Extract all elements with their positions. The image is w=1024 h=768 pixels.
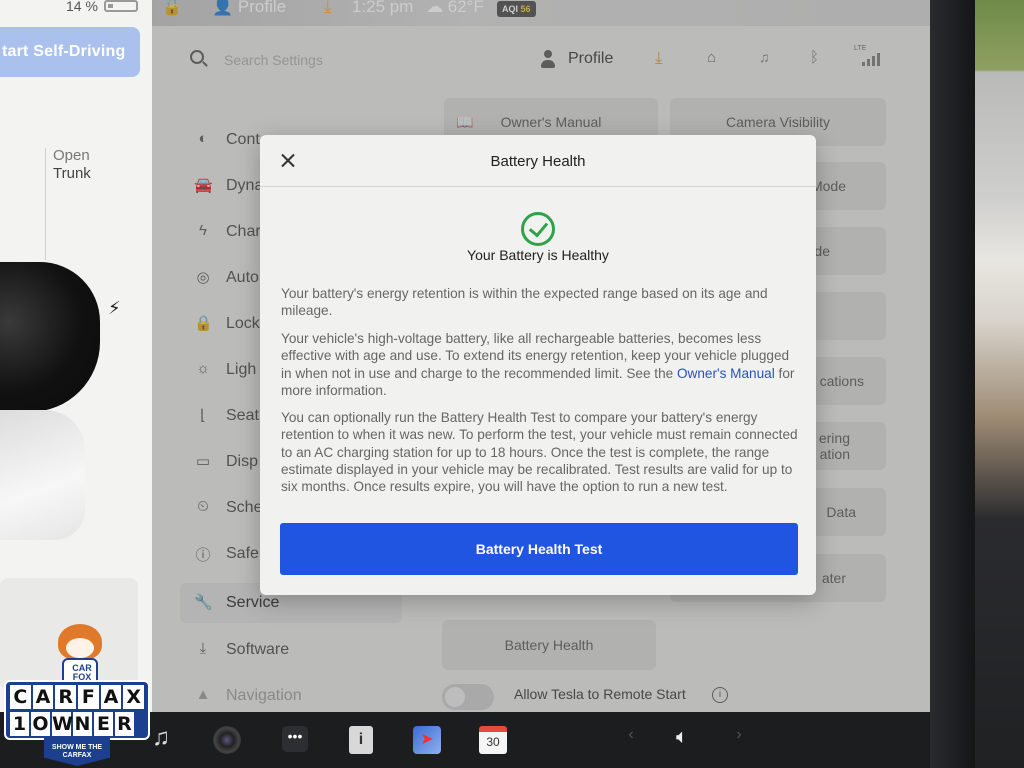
vehicle-panel: 14 % tart Self-Driving Open Trunk ⚡	[0, 0, 152, 712]
music-icon[interactable]: ♫	[150, 724, 172, 752]
retention-paragraph: Your battery's energy retention is withi…	[281, 286, 768, 319]
carfax-wordmark: CARFAX	[10, 685, 145, 709]
screen: 14 % tart Self-Driving Open Trunk ⚡ 🔓 👤 …	[0, 0, 1024, 768]
screen-bezel	[930, 0, 980, 768]
carfax-logo: CARFAX 1OWNER	[4, 680, 150, 740]
test-info-paragraph: You can optionally run the Battery Healt…	[281, 410, 798, 495]
navigation-app-icon[interactable]: ➤	[413, 726, 441, 754]
carfax-ribbon: SHOW ME THE CARFAX	[44, 738, 110, 766]
battery-percent: 14 %	[66, 0, 98, 14]
volume-icon[interactable]: 🔈︎	[664, 726, 700, 754]
modal-header: Battery Health	[260, 135, 816, 187]
vehicle-body-image	[0, 410, 85, 540]
battery-status: 14 %	[0, 0, 152, 18]
battery-status-message: Your Battery is Healthy	[467, 247, 609, 263]
one-owner-wordmark: 1OWNER	[10, 712, 144, 736]
open-label: Open	[53, 147, 90, 164]
carfox-mascot: CAR FOX	[52, 620, 108, 688]
calendar-icon[interactable]: 30	[479, 726, 507, 754]
advice-paragraph: Your vehicle's high-voltage battery, lik…	[281, 330, 801, 399]
chevron-right-icon[interactable]: ›	[732, 726, 746, 754]
car-interior-background	[975, 0, 1024, 768]
battery-health-modal: Battery Health Your Battery is Healthy Y…	[260, 135, 816, 595]
check-circle-icon	[521, 212, 555, 246]
trunk-divider	[45, 148, 46, 260]
open-trunk-button[interactable]: Open Trunk	[53, 147, 91, 183]
battery-icon	[104, 0, 138, 12]
charge-port-bolt-icon[interactable]: ⚡	[108, 298, 121, 319]
calendar-day: 30	[486, 735, 500, 749]
carfax-one-owner-badge: CAR FOX CARFAX 1OWNER SHOW ME THE CARFAX	[4, 620, 150, 766]
vehicle-rear-image	[0, 262, 100, 412]
chevron-left-icon[interactable]: ‹	[624, 726, 638, 754]
trunk-label: Trunk	[53, 165, 91, 182]
camera-icon[interactable]	[213, 726, 241, 754]
more-apps-icon[interactable]: •••	[282, 726, 308, 752]
modal-title: Battery Health	[490, 153, 586, 170]
owners-manual-link[interactable]: Owner's Manual	[677, 366, 775, 381]
battery-health-test-button[interactable]: Battery Health Test	[280, 523, 798, 575]
start-self-driving-button[interactable]: tart Self-Driving	[0, 27, 140, 77]
manual-info-icon[interactable]: i	[349, 726, 373, 754]
